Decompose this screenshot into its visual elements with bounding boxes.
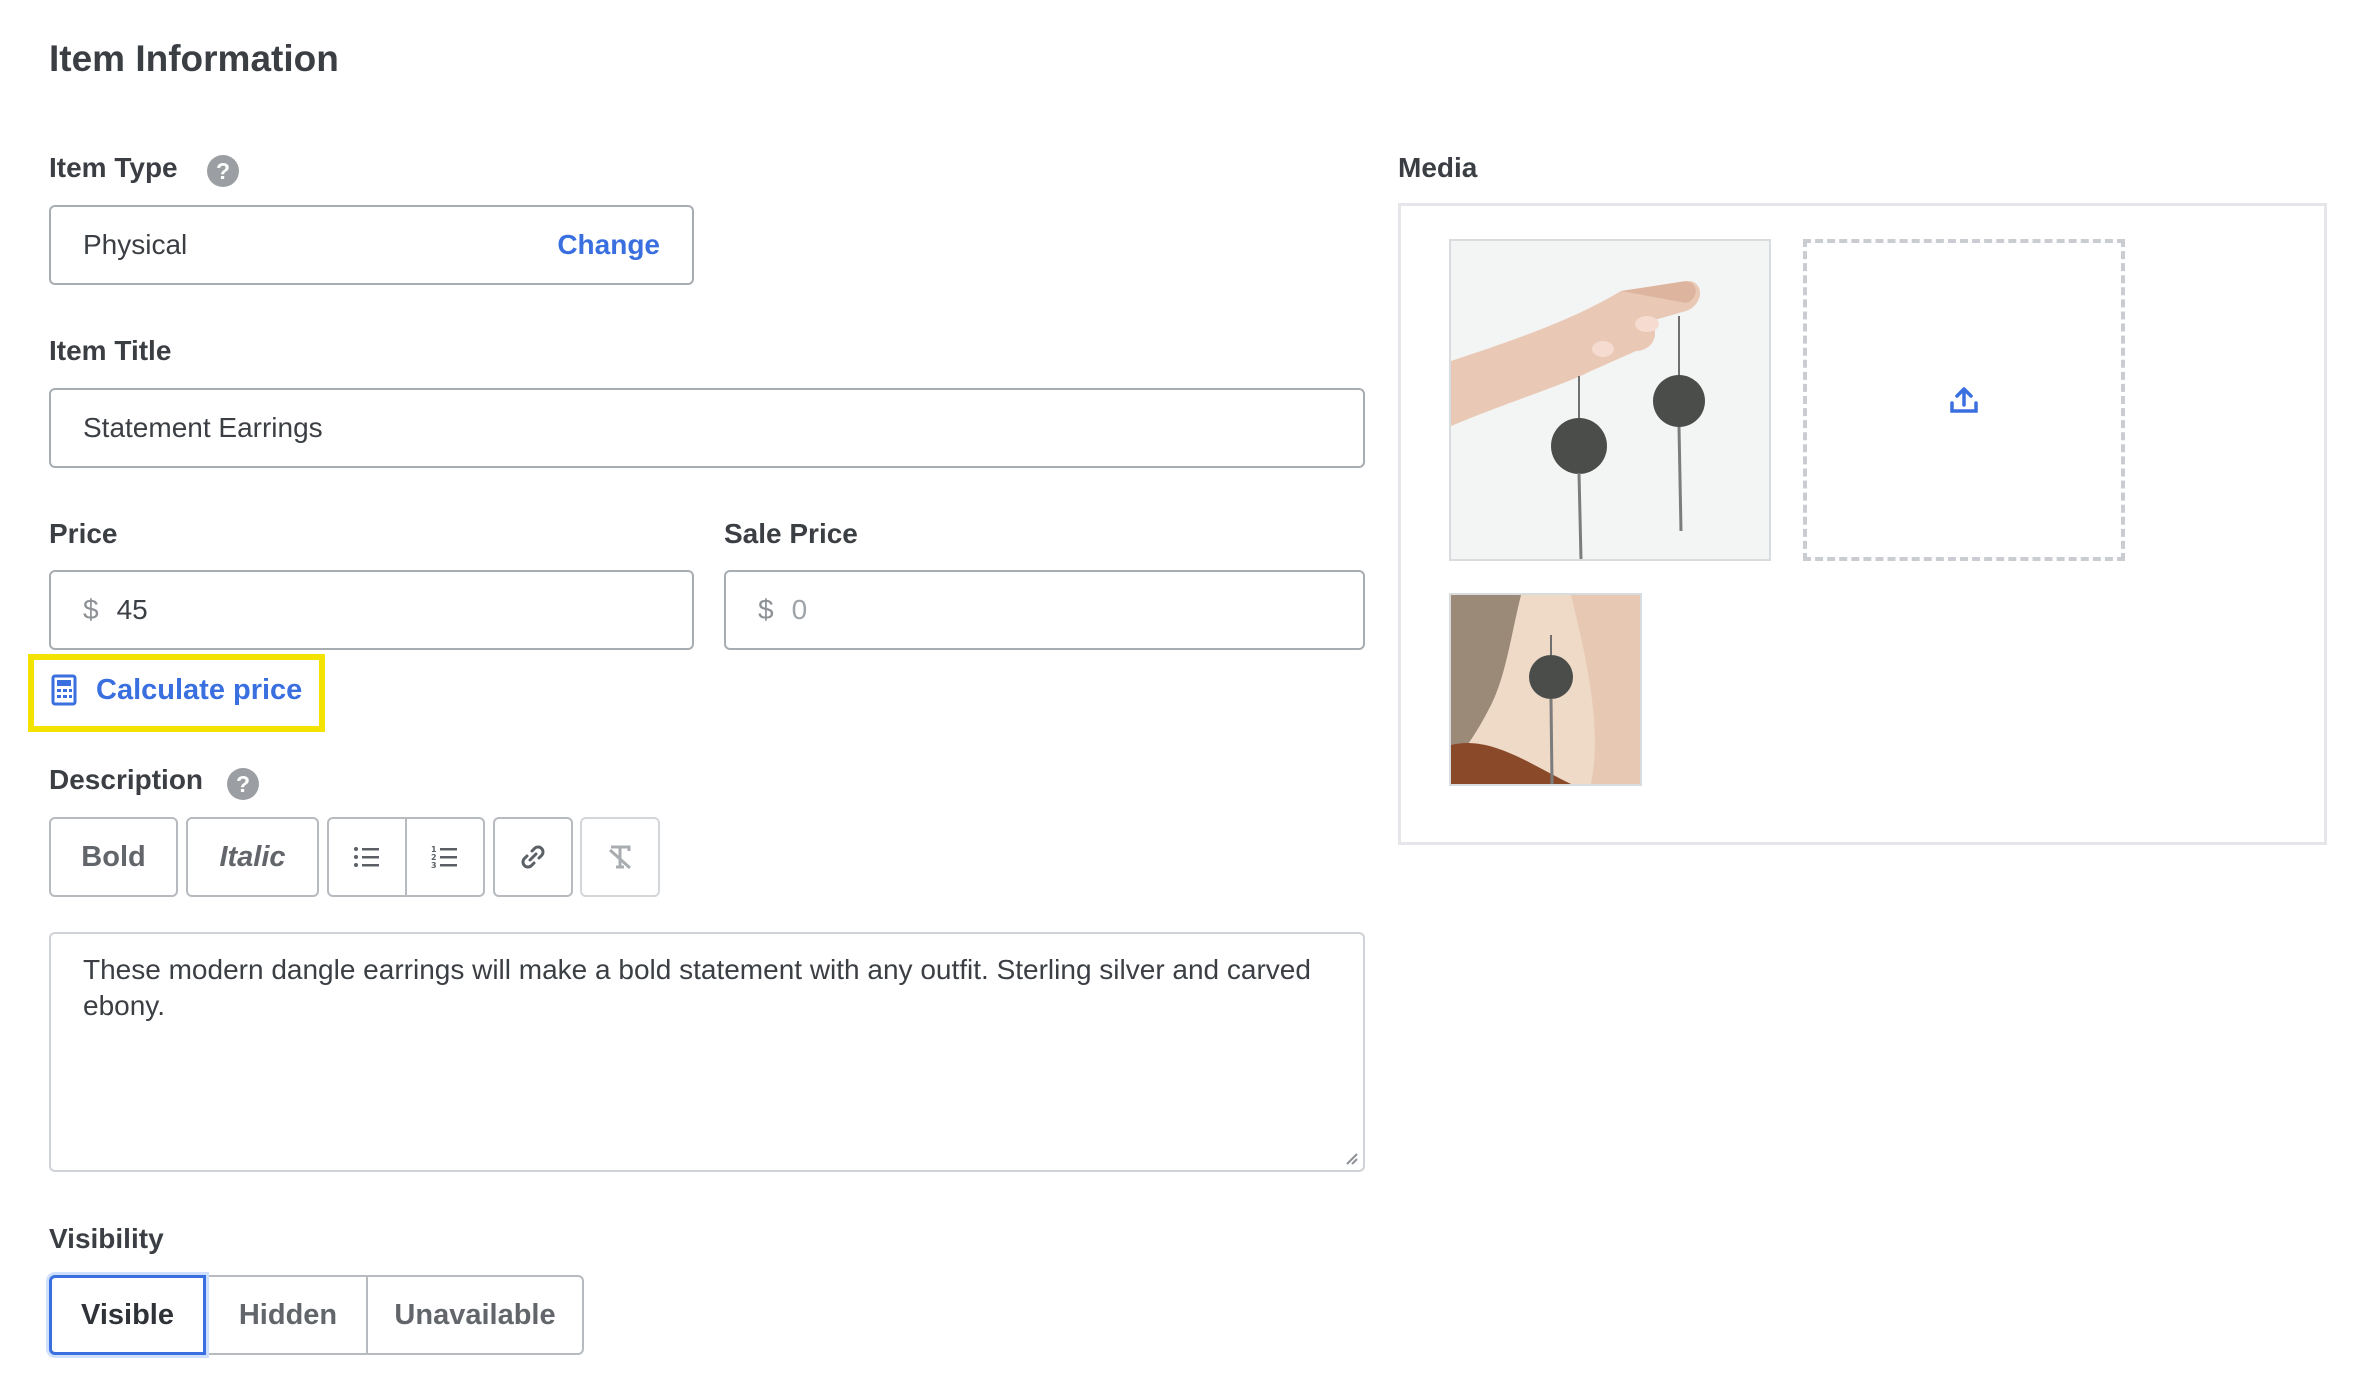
item-type-value: Physical bbox=[83, 229, 188, 260]
italic-button[interactable]: Italic bbox=[186, 817, 319, 897]
description-help-icon[interactable]: ? bbox=[227, 768, 259, 800]
sale-price-placeholder: 0 bbox=[791, 594, 808, 625]
bullet-list-icon bbox=[354, 847, 379, 867]
link-button[interactable] bbox=[493, 817, 573, 897]
clear-format-button[interactable] bbox=[580, 817, 660, 897]
media-thumbnail-2[interactable] bbox=[1449, 593, 1642, 786]
earring-neck-image bbox=[1451, 595, 1640, 784]
sale-price-currency: $ bbox=[758, 594, 774, 625]
price-label: Price bbox=[49, 518, 118, 549]
price-value: 45 bbox=[116, 594, 148, 625]
description-label: Description bbox=[49, 764, 204, 795]
earrings-hand-image bbox=[1451, 241, 1769, 559]
media-label: Media bbox=[1398, 152, 1478, 183]
description-text: These modern dangle earrings will make a… bbox=[83, 954, 1311, 1021]
calculate-price-label: Calculate price bbox=[96, 673, 303, 706]
item-type-change-link[interactable]: Change bbox=[557, 229, 660, 261]
visibility-option-hidden[interactable]: Hidden bbox=[206, 1275, 370, 1355]
bullet-list-button[interactable] bbox=[327, 817, 407, 897]
item-type-help-icon[interactable]: ? bbox=[207, 155, 239, 187]
visibility-label: Visibility bbox=[49, 1223, 164, 1254]
item-type-field: Physical Change bbox=[49, 205, 694, 285]
page-title: Item Information bbox=[49, 38, 339, 79]
description-textarea[interactable]: These modern dangle earrings will make a… bbox=[49, 932, 1365, 1172]
price-currency: $ bbox=[83, 594, 99, 625]
visibility-option-visible[interactable]: Visible bbox=[49, 1275, 206, 1355]
media-thumbnail-1[interactable] bbox=[1449, 239, 1771, 561]
svg-text:3: 3 bbox=[431, 861, 437, 870]
visibility-option-unavailable[interactable]: Unavailable bbox=[366, 1275, 584, 1355]
sale-price-input[interactable]: $ 0 bbox=[724, 570, 1365, 650]
clear-format-icon bbox=[608, 845, 632, 870]
upload-icon bbox=[1950, 387, 1978, 413]
numbered-list-button[interactable]: 1 2 3 bbox=[405, 817, 485, 897]
item-title-label: Item Title bbox=[49, 335, 172, 366]
resize-handle-icon[interactable] bbox=[1343, 1150, 1359, 1166]
item-title-value: Statement Earrings bbox=[83, 412, 323, 443]
link-icon bbox=[521, 845, 545, 869]
item-type-label: Item Type bbox=[49, 152, 178, 183]
bold-button[interactable]: Bold bbox=[49, 817, 178, 897]
calculate-price-link[interactable]: Calculate price bbox=[50, 670, 302, 710]
item-title-input[interactable]: Statement Earrings bbox=[49, 388, 1365, 468]
sale-price-label: Sale Price bbox=[724, 518, 858, 549]
calculator-icon bbox=[51, 674, 77, 706]
price-input[interactable]: $ 45 bbox=[49, 570, 694, 650]
media-upload-dropzone[interactable] bbox=[1803, 239, 2125, 561]
numbered-list-icon: 1 2 3 bbox=[431, 845, 457, 870]
